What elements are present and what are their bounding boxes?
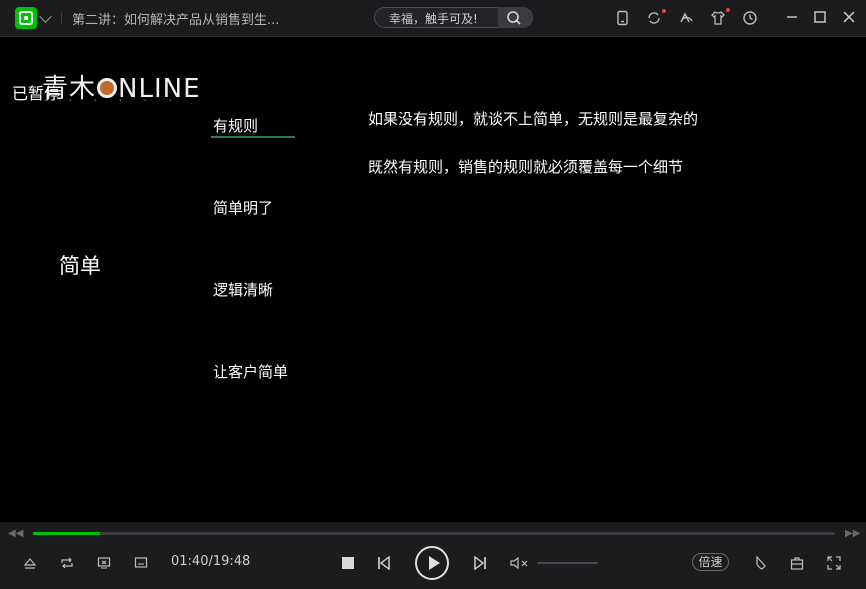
window-title: 第二讲：如何解决产品从销售到生... [72,13,280,28]
play-button[interactable] [415,546,449,580]
content-line: 既然有规则，销售的规则就必须覆盖每一个细节 [368,158,684,176]
loop-icon[interactable] [60,556,74,570]
toolbox-icon[interactable] [790,556,804,570]
menu-item-customer: 让客户简单 [213,363,289,381]
speed-button[interactable]: 倍速 [692,553,729,571]
prev-icon[interactable] [377,556,391,570]
screen-cast-icon[interactable] [97,556,111,570]
brand-dots: •••••• [44,98,194,104]
subtitle-icon[interactable] [134,556,148,570]
maximize-icon[interactable] [813,10,827,24]
content-line: 如果没有规则，就谈不上简单，无规则是最复杂的 [368,110,699,128]
cloud-icon[interactable] [678,10,694,26]
divider [61,11,62,25]
active-underline [211,136,295,138]
menu-item-rules: 有规则 [213,117,259,135]
phone-icon[interactable] [614,10,630,26]
search-input[interactable]: 幸福，触手可及! [389,10,489,27]
title-bar: 第二讲：如何解决产品从销售到生... 幸福，触手可及! [0,0,866,37]
notification-dot [726,8,730,12]
refresh-icon[interactable] [646,10,662,26]
shirt-icon[interactable] [710,10,726,26]
brand-o-icon [97,77,118,98]
seek-bar[interactable] [33,532,835,535]
chevron-down-icon[interactable] [39,10,52,23]
notification-dot [662,9,666,13]
next-icon[interactable] [473,556,487,570]
minimize-icon[interactable] [785,10,799,24]
volume-muted-icon[interactable] [510,556,530,570]
rewind-icon[interactable]: ◀◀ [8,528,23,539]
side-label: 简单 [59,254,101,278]
stop-icon[interactable] [341,556,355,570]
seek-progress [33,532,101,535]
close-icon[interactable] [842,10,856,24]
time-display: 01:40/19:48 [171,554,251,569]
app-logo-icon[interactable] [15,7,37,29]
player-controls: ◀◀ ▶▶ 01:40/19:48 倍速 [0,522,866,589]
clip-icon[interactable] [753,556,767,570]
volume-slider[interactable] [537,562,598,564]
fullscreen-icon[interactable] [827,556,841,570]
history-icon[interactable] [742,10,758,26]
menu-item-simple: 简单明了 [213,199,274,217]
menu-item-logic: 逻辑清晰 [213,281,274,299]
forward-icon[interactable]: ▶▶ [845,528,860,539]
paused-status: 已暂停 [12,84,61,103]
search-icon [507,11,521,25]
eject-icon[interactable] [23,556,37,570]
search-button[interactable] [498,7,532,28]
search-box[interactable]: 幸福，触手可及! [374,7,533,28]
